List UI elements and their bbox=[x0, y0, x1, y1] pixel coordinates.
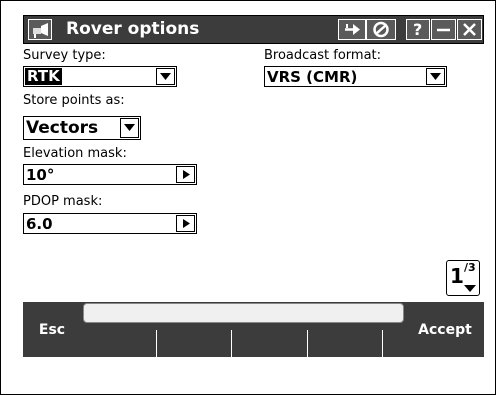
form-area: Survey type: RTK Broadcast format: VRS (… bbox=[23, 44, 484, 302]
survey-type-value: RTK bbox=[25, 67, 62, 85]
softkey-divider bbox=[231, 330, 232, 357]
page-total: 3 bbox=[468, 261, 476, 274]
elevation-mask-field[interactable]: 10° bbox=[23, 164, 197, 185]
store-points-dropdown[interactable]: Vectors bbox=[23, 116, 141, 140]
esc-button[interactable]: Esc bbox=[23, 302, 81, 357]
pdop-mask-value: 6.0 bbox=[26, 215, 53, 233]
pdop-mask-field[interactable]: 6.0 bbox=[23, 213, 197, 234]
accept-label: Accept bbox=[418, 321, 472, 338]
title-bar: Rover options ? bbox=[23, 15, 484, 44]
accept-button[interactable]: Accept bbox=[406, 302, 484, 357]
app-icon[interactable] bbox=[28, 19, 52, 40]
pdop-mask-label: PDOP mask: bbox=[23, 194, 103, 209]
softkey-divider bbox=[307, 330, 308, 357]
chevron-right-icon[interactable] bbox=[176, 215, 195, 232]
softkey-divider bbox=[382, 330, 383, 357]
survey-type-dropdown[interactable]: RTK bbox=[23, 66, 177, 87]
page-indicator-button[interactable]: 1 3 / bbox=[446, 260, 480, 296]
device-screen: Rover options ? Survey type: RTK Broadca… bbox=[0, 0, 496, 395]
help-button[interactable]: ? bbox=[406, 19, 430, 40]
store-points-label: Store points as: bbox=[23, 93, 125, 108]
softkey-panel bbox=[81, 302, 406, 357]
page-separator: / bbox=[464, 261, 469, 274]
elevation-mask-value: 10° bbox=[26, 166, 55, 184]
minimize-icon[interactable] bbox=[431, 19, 456, 40]
page-down-icon bbox=[464, 285, 476, 292]
key-in-arrow-icon[interactable] bbox=[338, 19, 366, 40]
broadcast-format-value: VRS (CMR) bbox=[267, 68, 358, 86]
chevron-right-icon[interactable] bbox=[176, 166, 195, 183]
esc-label: Esc bbox=[38, 321, 66, 338]
softkey-bar: Esc Accept bbox=[23, 302, 484, 357]
satellite-status-icon[interactable] bbox=[366, 19, 396, 40]
close-icon[interactable] bbox=[457, 19, 482, 40]
chevron-down-icon[interactable] bbox=[120, 118, 139, 138]
survey-type-label: Survey type: bbox=[23, 48, 106, 63]
page-current: 1 bbox=[450, 264, 464, 288]
chevron-down-icon[interactable] bbox=[426, 68, 445, 85]
elevation-mask-label: Elevation mask: bbox=[23, 146, 127, 161]
softkey-status-bar bbox=[83, 303, 404, 323]
window-title: Rover options bbox=[66, 19, 200, 39]
help-icon: ? bbox=[413, 20, 423, 39]
softkey-divider bbox=[156, 330, 157, 357]
store-points-value: Vectors bbox=[26, 118, 99, 138]
broadcast-format-dropdown[interactable]: VRS (CMR) bbox=[264, 66, 447, 87]
broadcast-format-label: Broadcast format: bbox=[264, 48, 382, 63]
chevron-down-icon[interactable] bbox=[156, 68, 175, 85]
